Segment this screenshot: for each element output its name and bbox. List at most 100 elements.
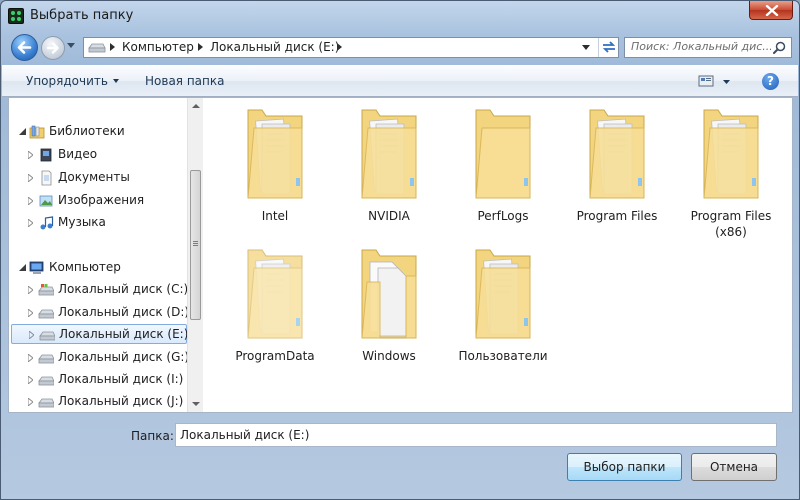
command-bar: Упорядочить Новая папка ?	[2, 65, 798, 97]
navigation-tree: Библиотеки Видео Документы Изображения М…	[9, 98, 193, 412]
tree-label-drive-j: Локальный диск (J:)	[58, 394, 184, 408]
tree-item-pictures[interactable]: Изображения	[9, 191, 193, 211]
forward-button[interactable]	[41, 36, 65, 60]
breadcrumb-computer[interactable]: Компьютер	[122, 40, 194, 54]
tree-item-computer[interactable]: Компьютер	[9, 258, 193, 278]
library-icon	[29, 125, 45, 139]
folder-item-program-files-x86[interactable]: Program Files (x86)	[675, 98, 787, 239]
tree-scrollbar[interactable]	[187, 98, 203, 412]
back-button[interactable]	[11, 34, 38, 61]
folder-icon	[703, 109, 759, 199]
pictures-icon	[39, 195, 53, 207]
tree-label-drive-e: Локальный диск (E:)	[59, 327, 189, 341]
folder-item-users[interactable]: Пользователи	[447, 238, 559, 378]
system-drive-icon	[38, 284, 54, 296]
folder-icon	[247, 109, 303, 199]
tree-item-drive-i[interactable]: Локальный диск (I:)	[9, 370, 193, 390]
dialog-footer: Папка: Выбор папки Отмена	[1, 413, 799, 499]
tree-label-documents: Документы	[58, 170, 130, 184]
tree-item-drive-e[interactable]: Локальный диск (E:)	[11, 324, 189, 344]
drive-icon	[38, 376, 54, 386]
music-icon	[40, 216, 54, 230]
expand-icon[interactable]	[28, 286, 33, 294]
address-dropdown-icon[interactable]	[582, 45, 590, 50]
scroll-down-icon[interactable]	[192, 402, 200, 406]
video-icon	[40, 148, 52, 162]
expand-icon[interactable]	[28, 354, 33, 362]
drive-icon	[88, 43, 106, 53]
select-folder-button[interactable]: Выбор папки	[567, 453, 682, 481]
view-dropdown-icon[interactable]	[723, 80, 730, 84]
drive-icon	[38, 398, 54, 408]
folder-icon	[361, 109, 417, 199]
tree-item-drive-c[interactable]: Локальный диск (C:)	[9, 280, 193, 300]
refresh-icon	[602, 41, 616, 53]
tree-label-computer: Компьютер	[49, 260, 121, 274]
tree-label-drive-c: Локальный диск (C:)	[58, 282, 189, 296]
cancel-button[interactable]: Отмена	[691, 453, 777, 481]
scroll-up-icon[interactable]	[192, 104, 200, 108]
search-input[interactable]	[631, 40, 771, 53]
new-folder-button[interactable]: Новая папка	[145, 74, 224, 88]
folder-item-windows[interactable]: Windows	[333, 238, 445, 378]
organize-button[interactable]: Упорядочить	[26, 74, 119, 88]
tree-label-libraries: Библиотеки	[49, 124, 125, 138]
folder-item-nvidia[interactable]: NVIDIA	[333, 98, 445, 238]
organize-dropdown-icon	[112, 79, 119, 83]
view-icon[interactable]	[698, 74, 714, 88]
history-dropdown-icon[interactable]	[67, 43, 75, 48]
content-area: Библиотеки Видео Документы Изображения М…	[8, 97, 793, 413]
expand-icon[interactable]	[28, 174, 33, 182]
expand-icon[interactable]	[28, 219, 33, 227]
folder-label: Windows	[362, 349, 416, 363]
app-icon	[8, 8, 24, 24]
search-box[interactable]	[624, 37, 792, 58]
breadcrumb-drive-e[interactable]: Локальный диск (E:)	[210, 40, 339, 54]
expand-icon[interactable]	[28, 398, 33, 406]
breadcrumb-separator-icon[interactable]	[198, 43, 203, 51]
expand-icon[interactable]	[28, 197, 33, 205]
refresh-button[interactable]	[598, 38, 618, 57]
folder-icon	[589, 109, 645, 199]
close-button[interactable]	[749, 1, 793, 20]
drive-icon	[39, 331, 55, 341]
collapse-icon[interactable]	[19, 128, 26, 135]
folder-name-input[interactable]	[175, 423, 777, 447]
tree-label-drive-d: Локальный диск (D:)	[58, 305, 190, 319]
folder-label: NVIDIA	[368, 209, 410, 223]
tree-item-music[interactable]: Музыка	[9, 213, 193, 233]
scroll-thumb[interactable]	[190, 170, 201, 320]
folder-item-intel[interactable]: Intel	[219, 98, 331, 238]
tree-item-drive-d[interactable]: Локальный диск (D:)	[9, 303, 193, 323]
expand-icon[interactable]	[28, 309, 33, 317]
folder-item-program-files[interactable]: Program Files	[561, 98, 673, 238]
tree-item-video[interactable]: Видео	[9, 145, 193, 165]
folder-icon	[247, 249, 303, 339]
help-icon[interactable]: ?	[762, 73, 779, 90]
back-arrow-icon	[17, 41, 32, 54]
folder-item-programdata[interactable]: ProgramData	[219, 238, 331, 378]
folder-label: Intel	[261, 209, 289, 223]
documents-icon	[41, 170, 52, 186]
tree-item-documents[interactable]: Документы	[9, 168, 193, 188]
tree-item-drive-g[interactable]: Локальный диск (G:)	[9, 348, 193, 368]
tree-label-video: Видео	[58, 147, 98, 161]
folder-field-label: Папка:	[131, 429, 174, 443]
search-icon[interactable]	[773, 41, 786, 54]
breadcrumb-separator-icon[interactable]	[337, 43, 342, 51]
breadcrumb-separator-icon[interactable]	[110, 43, 115, 51]
folder-label: Пользователи	[458, 349, 548, 363]
tree-item-libraries[interactable]: Библиотеки	[9, 122, 193, 142]
tree-item-drive-j[interactable]: Локальный диск (J:)	[9, 392, 193, 412]
title-bar[interactable]: Выбрать папку	[1, 1, 799, 31]
expand-icon[interactable]	[28, 376, 33, 384]
folder-label: Program Files (x86)	[690, 209, 772, 239]
window-title: Выбрать папку	[30, 8, 134, 23]
organize-label: Упорядочить	[26, 74, 108, 88]
tree-label-music: Музыка	[58, 215, 106, 229]
address-bar[interactable]: Компьютер Локальный диск (E:)	[83, 37, 619, 58]
expand-icon[interactable]	[29, 331, 34, 339]
expand-icon[interactable]	[28, 151, 33, 159]
collapse-icon[interactable]	[19, 264, 26, 271]
folder-item-perflogs[interactable]: PerfLogs	[447, 98, 559, 238]
